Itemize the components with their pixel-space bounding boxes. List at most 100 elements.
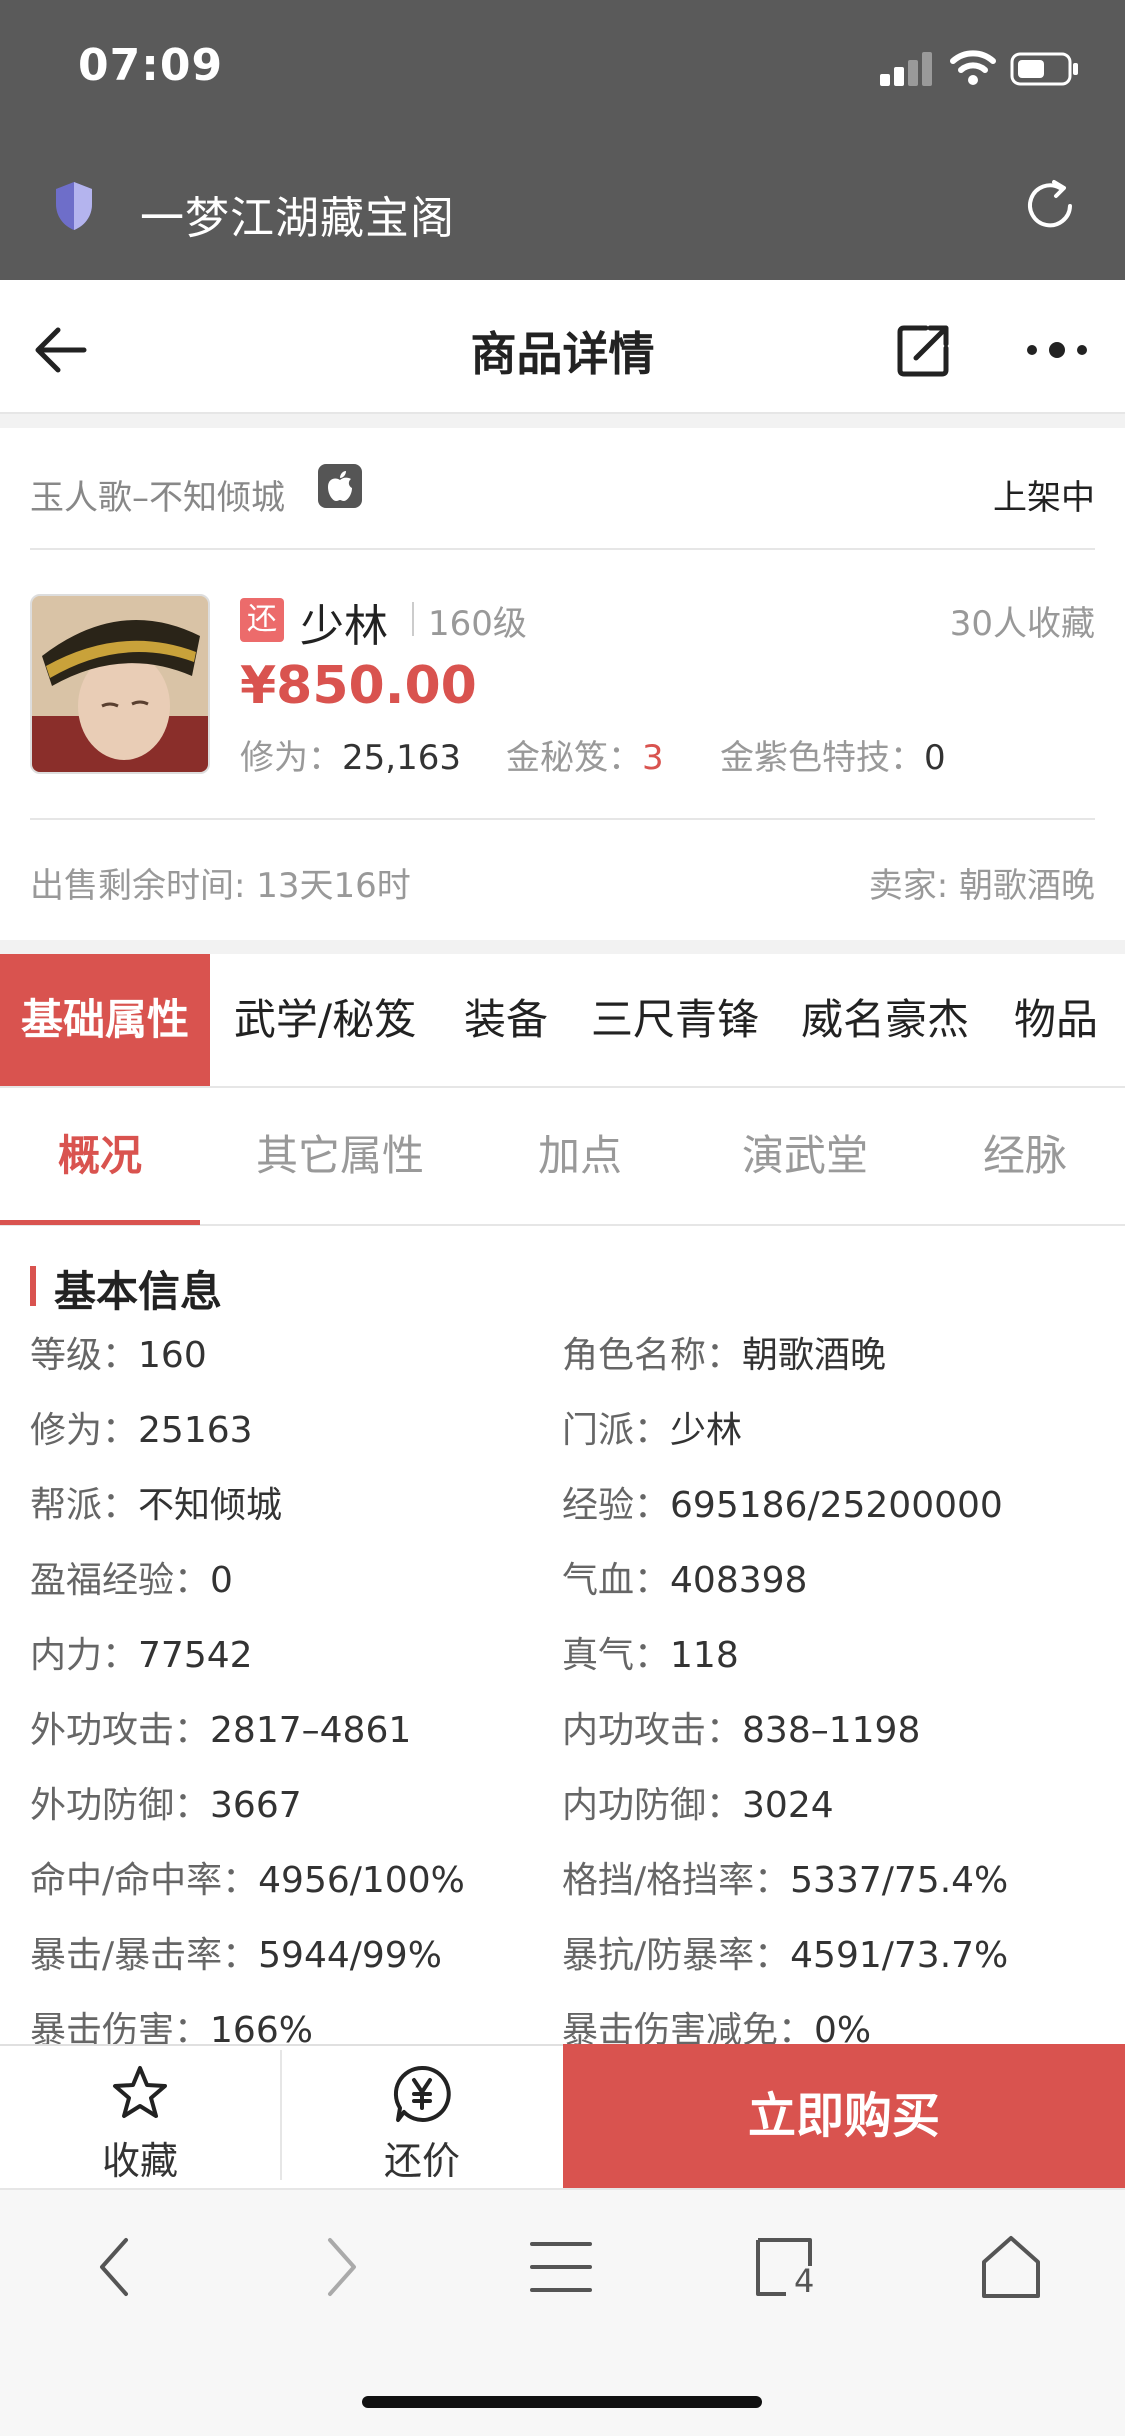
character-sect: 少林 — [300, 601, 388, 652]
bargain-tag: 还 — [240, 598, 284, 642]
info-value: 77542 — [138, 1635, 253, 1676]
tab-heroes[interactable]: 威名豪杰 — [790, 954, 980, 1086]
info-label: 帮派： — [30, 1485, 139, 1526]
info-field: 命中/命中率：4956/100% — [30, 1851, 465, 1903]
star-icon — [113, 2066, 167, 2118]
info-field: 内功防御：3024 — [562, 1776, 834, 1828]
info-field: 修为：25163 — [30, 1401, 253, 1453]
info-label: 角色名称： — [562, 1335, 743, 1376]
favorite-label: 收藏 — [101, 2139, 178, 2183]
tab-items[interactable]: 物品 — [1000, 954, 1112, 1086]
info-row: 暴击/暴击率：5944/99% 暴抗/防暴率：4591/73.7% — [30, 1926, 1100, 2001]
battery-icon — [1010, 52, 1078, 86]
tabs-count: 4 — [794, 2262, 815, 2300]
page-title: 商品详情 — [470, 327, 655, 381]
character-level: 160级 — [428, 604, 527, 644]
info-label: 暴抗/防暴率： — [562, 1935, 791, 1976]
tabs-button[interactable]: 4 — [752, 2232, 822, 2302]
info-label: 气血： — [562, 1560, 671, 1601]
info-field: 暴击/暴击率：5944/99% — [30, 1926, 442, 1978]
info-field: 等级：160 — [30, 1326, 207, 1378]
seller-name[interactable]: 卖家: 朝歌酒晚 — [869, 858, 1095, 907]
meta-value: 0 — [924, 738, 946, 778]
info-value: 25163 — [138, 1410, 253, 1451]
chevron-right-icon[interactable] — [304, 2232, 374, 2302]
info-label: 外功防御： — [30, 1785, 211, 1826]
info-value: 3667 — [210, 1785, 302, 1826]
share-icon[interactable] — [896, 322, 952, 378]
info-label: 内功攻击： — [562, 1710, 743, 1751]
info-label: 内功防御： — [562, 1785, 743, 1826]
reload-icon[interactable] — [1020, 178, 1080, 234]
meta-special-skills: 金紫色特技：0 — [720, 730, 946, 779]
info-field: 真气：118 — [562, 1626, 739, 1678]
info-label: 真气： — [562, 1635, 671, 1676]
tab-martial-arts[interactable]: 武学/秘笈 — [220, 954, 430, 1086]
active-tab-indicator — [0, 1220, 200, 1225]
meta-cultivation: 修为：25,163 — [240, 730, 461, 779]
divider — [30, 548, 1095, 550]
info-label: 等级： — [30, 1335, 139, 1376]
info-field: 气血：408398 — [562, 1551, 807, 1603]
favorite-count: 30人收藏 — [949, 604, 1095, 644]
info-label: 外功攻击： — [30, 1710, 211, 1751]
basic-info-grid: 等级：160 角色名称：朝歌酒晚 修为：25163 门派：少林 帮派：不知倾城 经验：69… — [30, 1326, 1100, 2076]
tab-meridians[interactable]: 经脉 — [950, 1088, 1100, 1224]
info-label: 命中/命中率： — [30, 1860, 259, 1901]
bargain-label: 还价 — [383, 2139, 460, 2183]
info-value: 0 — [210, 1560, 233, 1601]
info-label: 经验： — [562, 1485, 671, 1526]
shield-icon — [56, 182, 92, 230]
info-field: 经验：695186/25200000 — [562, 1476, 1003, 1528]
character-avatar[interactable] — [30, 594, 210, 774]
tab-other-attributes[interactable]: 其它属性 — [230, 1088, 450, 1224]
info-field: 内功攻击：838–1198 — [562, 1701, 920, 1753]
divider — [280, 2050, 282, 2180]
info-label: 暴击/暴击率： — [30, 1935, 259, 1976]
info-value: 3024 — [742, 1785, 834, 1826]
yen-bubble-icon — [393, 2065, 451, 2122]
info-value: 695186/25200000 — [670, 1485, 1003, 1526]
meta-value: 3 — [642, 738, 664, 778]
tab-equipment[interactable]: 装备 — [446, 954, 566, 1086]
menu-icon[interactable] — [526, 2232, 596, 2302]
listing-status: 上架中 — [993, 478, 1095, 518]
info-row: 等级：160 角色名称：朝歌酒晚 — [30, 1326, 1100, 1401]
chevron-left-icon[interactable] — [82, 2232, 152, 2302]
info-value: 4956/100% — [258, 1860, 465, 1901]
item-price: ¥850.00 — [240, 656, 477, 716]
info-value: 朝歌酒晚 — [742, 1335, 887, 1376]
info-field: 盈福经验：0 — [30, 1551, 233, 1603]
info-row: 帮派：不知倾城 经验：695186/25200000 — [30, 1476, 1100, 1551]
divider — [30, 818, 1095, 820]
tab-overview[interactable]: 概况 — [0, 1088, 200, 1224]
tab-basic-attributes[interactable]: 基础属性 — [0, 954, 210, 1086]
home-icon[interactable] — [976, 2232, 1046, 2302]
sub-tabs: 概况 其它属性 加点 演武堂 经脉 — [0, 1088, 1125, 1226]
home-indicator — [362, 2396, 762, 2408]
more-icon[interactable] — [1024, 336, 1090, 364]
favorite-button[interactable]: 收藏 — [0, 2046, 280, 2190]
server-name: 玉人歌–不知倾城 — [30, 478, 285, 518]
info-row: 内力：77542 真气：118 — [30, 1626, 1100, 1701]
info-field: 暴抗/防暴率：4591/73.7% — [562, 1926, 1008, 1978]
info-value: 少林 — [670, 1410, 743, 1451]
tab-sword[interactable]: 三尺青锋 — [580, 954, 770, 1086]
signal-icon — [880, 52, 932, 86]
tab-martial-hall[interactable]: 演武堂 — [700, 1088, 910, 1224]
info-field: 格挡/格挡率：5337/75.4% — [562, 1851, 1008, 1903]
wifi-icon — [950, 50, 996, 85]
info-field: 帮派：不知倾城 — [30, 1476, 282, 1528]
tab-points[interactable]: 加点 — [500, 1088, 660, 1224]
section-title: 基本信息 — [54, 1267, 223, 1316]
category-tabs: 基础属性 武学/秘笈 装备 三尺青锋 威名豪杰 物品 — [0, 954, 1125, 1088]
info-field: 内力：77542 — [30, 1626, 253, 1678]
info-value: 408398 — [670, 1560, 808, 1601]
site-title: 一梦江湖藏宝阁 — [140, 193, 455, 244]
buy-now-button[interactable]: 立即购买 — [563, 2044, 1125, 2188]
meta-value: 25,163 — [342, 738, 461, 778]
info-row: 外功防御：3667 内功防御：3024 — [30, 1776, 1100, 1851]
meta-label: 金紫色特技： — [720, 738, 924, 778]
info-value: 838–1198 — [742, 1710, 921, 1751]
bargain-button[interactable]: 还价 — [282, 2046, 562, 2190]
